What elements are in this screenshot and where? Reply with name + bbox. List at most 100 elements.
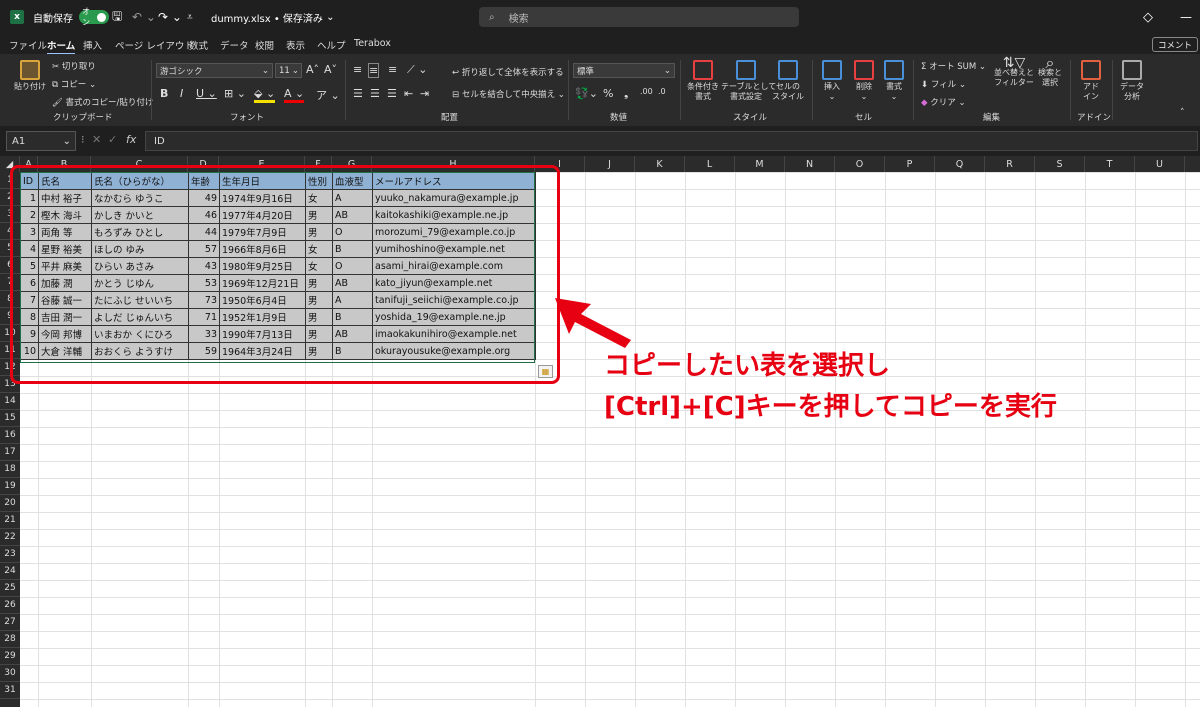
table-cell[interactable]: yoshida_19@example.ne.jp [372, 308, 536, 326]
table-cell[interactable]: A [332, 189, 373, 207]
table-cell[interactable]: ひらい あさみ [91, 257, 189, 275]
insert-cells-button[interactable]: 挿入 ⌄ [818, 60, 846, 102]
table-cell[interactable]: 今岡 邦博 [38, 325, 92, 343]
table-cell[interactable]: tanifuji_seiichi@example.co.jp [372, 291, 536, 309]
table-cell[interactable]: ID [20, 172, 39, 190]
table-cell[interactable]: 年齢 [188, 172, 220, 190]
row-header[interactable]: 15 [0, 410, 20, 427]
decrease-decimal-icon[interactable]: .0 [658, 87, 666, 96]
row-header[interactable]: 3 [0, 206, 20, 223]
table-cell[interactable]: たにふじ せいいち [91, 291, 189, 309]
table-cell[interactable]: kato_jiyun@example.net [372, 274, 536, 292]
tab-page-layout[interactable]: ページ レイアウト [115, 38, 194, 52]
table-cell[interactable]: 53 [188, 274, 220, 292]
currency-icon[interactable]: 💱⌄ [575, 87, 598, 100]
table-cell[interactable]: いまおか くにひろ [91, 325, 189, 343]
bold-icon[interactable]: B [160, 87, 168, 100]
align-center-icon[interactable]: ☰ [370, 87, 380, 100]
tab-terabox[interactable]: Terabox [354, 38, 391, 49]
table-cell[interactable]: 男 [305, 206, 333, 224]
table-cell[interactable]: 73 [188, 291, 220, 309]
row-header[interactable]: 27 [0, 614, 20, 631]
table-cell[interactable]: 星野 裕美 [38, 240, 92, 258]
tab-review[interactable]: 校閲 [255, 38, 274, 52]
minimize-icon[interactable]: — [1180, 0, 1192, 34]
tab-view[interactable]: 表示 [286, 38, 305, 52]
column-header[interactable]: J [585, 156, 635, 172]
tab-home[interactable]: ホーム [47, 38, 76, 55]
column-header[interactable]: H [372, 156, 535, 172]
table-cell[interactable]: 1964年3月24日 [219, 342, 306, 360]
table-cell[interactable]: 57 [188, 240, 220, 258]
autosave-switch[interactable]: オン [79, 7, 109, 27]
row-header[interactable]: 14 [0, 393, 20, 410]
table-cell[interactable]: 血液型 [332, 172, 373, 190]
table-cell[interactable]: 46 [188, 206, 220, 224]
table-cell[interactable]: 男 [305, 342, 333, 360]
tab-insert[interactable]: 挿入 [83, 38, 102, 52]
table-cell[interactable]: かしき かいと [91, 206, 189, 224]
row-header[interactable]: 30 [0, 665, 20, 682]
clear-button[interactable]: ◆ クリア ⌄ [921, 96, 966, 108]
row-header[interactable]: 9 [0, 308, 20, 325]
row-header[interactable]: 31 [0, 682, 20, 699]
column-header[interactable]: B [38, 156, 91, 172]
fill-color-icon[interactable]: ⬙ ⌄ [254, 87, 276, 103]
quick-analysis-icon[interactable]: ▦ [538, 365, 553, 378]
paste-button[interactable]: 貼り付け [14, 60, 46, 92]
table-cell[interactable]: O [332, 257, 373, 275]
table-cell[interactable]: yumihoshino@example.net [372, 240, 536, 258]
autosave-toggle[interactable]: 自動保存 オン [33, 0, 109, 34]
tab-data[interactable]: データ [220, 38, 249, 52]
column-header[interactable]: G [332, 156, 372, 172]
row-header[interactable]: 19 [0, 478, 20, 495]
table-cell[interactable]: AB [332, 206, 373, 224]
row-header[interactable]: 25 [0, 580, 20, 597]
table-cell[interactable]: 女 [305, 257, 333, 275]
row-header[interactable]: 26 [0, 597, 20, 614]
row-header[interactable]: 7 [0, 274, 20, 291]
column-header[interactable]: N [785, 156, 835, 172]
table-cell[interactable]: 1977年4月20日 [219, 206, 306, 224]
row-header[interactable]: 17 [0, 444, 20, 461]
align-middle-icon[interactable]: ≡ [368, 63, 380, 78]
italic-icon[interactable]: I [180, 87, 183, 100]
column-header[interactable]: D [188, 156, 219, 172]
format-painter-button[interactable]: 🖌 書式のコピー/貼り付け [52, 96, 153, 108]
cut-button[interactable]: ✂ 切り取り [52, 60, 96, 72]
align-top-icon[interactable]: ≡ [353, 63, 362, 76]
column-header[interactable]: C [91, 156, 188, 172]
table-cell[interactable]: 1974年9月16日 [219, 189, 306, 207]
row-header[interactable]: 8 [0, 291, 20, 308]
format-cells-button[interactable]: 書式 ⌄ [880, 60, 908, 102]
table-cell[interactable]: 71 [188, 308, 220, 326]
indent-increase-icon[interactable]: ⇥ [420, 87, 429, 100]
tab-file[interactable]: ファイル [9, 38, 47, 52]
table-cell[interactable]: 樫木 海斗 [38, 206, 92, 224]
table-cell[interactable]: 生年月日 [219, 172, 306, 190]
find-select-button[interactable]: ⌕ 検索と 選択 [1034, 55, 1066, 88]
diamond-icon[interactable]: ◇ [1143, 0, 1153, 34]
undo-icon[interactable]: ↶ ⌄ [132, 0, 156, 34]
delete-cells-button[interactable]: 削除 ⌄ [850, 60, 878, 102]
table-cell[interactable]: 6 [20, 274, 39, 292]
table-cell[interactable]: okurayousuke@example.org [372, 342, 536, 360]
row-header[interactable]: 20 [0, 495, 20, 512]
save-icon[interactable]: 🖫 [112, 0, 122, 34]
align-left-icon[interactable]: ☰ [353, 87, 363, 100]
table-cell[interactable]: 両角 等 [38, 223, 92, 241]
table-cell[interactable]: 59 [188, 342, 220, 360]
collapse-ribbon-icon[interactable]: ˄ [1180, 108, 1185, 118]
table-cell[interactable]: 1979年7月9日 [219, 223, 306, 241]
table-cell[interactable]: 男 [305, 291, 333, 309]
row-header[interactable]: 1 [0, 172, 20, 189]
confirm-entry-icon[interactable]: ✓ [108, 133, 117, 146]
table-cell[interactable]: かとう じゆん [91, 274, 189, 292]
formula-input[interactable]: ID [145, 131, 1198, 151]
autosum-button[interactable]: Σ オート SUM ⌄ [921, 60, 986, 72]
table-cell[interactable]: 4 [20, 240, 39, 258]
table-cell[interactable]: 氏名 [38, 172, 92, 190]
table-cell[interactable]: 2 [20, 206, 39, 224]
fill-button[interactable]: ⬇ フィル ⌄ [921, 78, 966, 90]
table-cell[interactable]: imaokakunihiro@example.net [372, 325, 536, 343]
